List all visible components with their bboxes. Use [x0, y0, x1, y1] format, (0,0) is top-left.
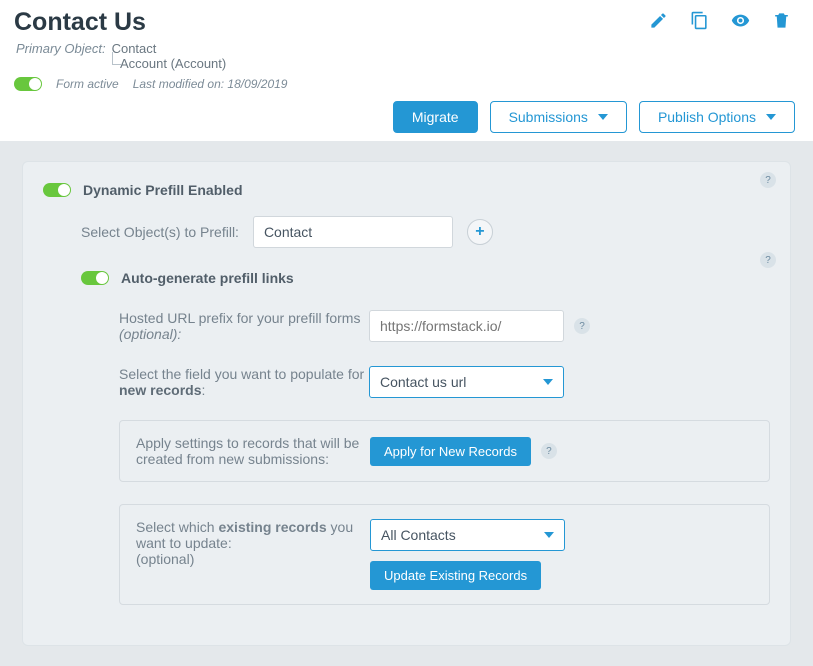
edit-icon[interactable]: [649, 11, 668, 35]
migrate-button[interactable]: Migrate: [393, 101, 478, 133]
update-existing-button[interactable]: Update Existing Records: [370, 561, 541, 590]
form-active-label: Form active: [56, 77, 119, 91]
trash-icon[interactable]: [772, 11, 791, 35]
apply-settings-label: Apply settings to records that will be c…: [136, 435, 370, 467]
submissions-label: Submissions: [509, 109, 588, 125]
action-icon-bar: [649, 8, 795, 37]
new-records-field-select[interactable]: Contact us url: [369, 366, 564, 398]
publish-options-label: Publish Options: [658, 109, 756, 125]
chevron-down-icon: [766, 114, 776, 120]
submissions-dropdown[interactable]: Submissions: [490, 101, 627, 133]
existing-records-select[interactable]: All Contacts: [370, 519, 565, 551]
primary-object-child: Account (Account): [0, 56, 813, 71]
existing-records-label: Select which existing records you want t…: [136, 519, 370, 567]
autogen-label: Auto-generate prefill links: [121, 270, 294, 286]
primary-object-label: Primary Object:: [16, 41, 106, 56]
help-icon[interactable]: ?: [541, 443, 557, 459]
hosted-url-label: Hosted URL prefix for your prefill forms…: [119, 310, 369, 342]
select-objects-label: Select Object(s) to Prefill:: [81, 224, 239, 240]
help-icon[interactable]: ?: [574, 318, 590, 334]
hosted-url-input[interactable]: [369, 310, 564, 342]
form-active-toggle[interactable]: [14, 77, 42, 91]
prefill-panel: ? ? Dynamic Prefill Enabled Select Objec…: [22, 161, 791, 646]
help-icon[interactable]: ?: [760, 252, 776, 268]
eye-icon[interactable]: [731, 11, 750, 35]
dynamic-prefill-toggle[interactable]: [43, 183, 71, 197]
last-modified-label: Last modified on: 18/09/2019: [133, 77, 288, 91]
existing-records-value: All Contacts: [381, 527, 456, 543]
new-records-field-value: Contact us url: [380, 374, 466, 390]
select-objects-input[interactable]: [253, 216, 453, 248]
copy-icon[interactable]: [690, 11, 709, 35]
chevron-down-icon: [598, 114, 608, 120]
chevron-down-icon: [544, 532, 554, 538]
apply-new-records-button[interactable]: Apply for New Records: [370, 437, 531, 466]
dynamic-prefill-label: Dynamic Prefill Enabled: [83, 182, 243, 198]
add-object-button[interactable]: +: [467, 219, 493, 245]
chevron-down-icon: [543, 379, 553, 385]
publish-options-dropdown[interactable]: Publish Options: [639, 101, 795, 133]
page-title: Contact Us: [14, 8, 146, 37]
existing-records-box: Select which existing records you want t…: [119, 504, 770, 605]
help-icon[interactable]: ?: [760, 172, 776, 188]
autogen-toggle[interactable]: [81, 271, 109, 285]
apply-new-records-box: Apply settings to records that will be c…: [119, 420, 770, 482]
field-new-records-label: Select the field you want to populate fo…: [119, 366, 369, 398]
